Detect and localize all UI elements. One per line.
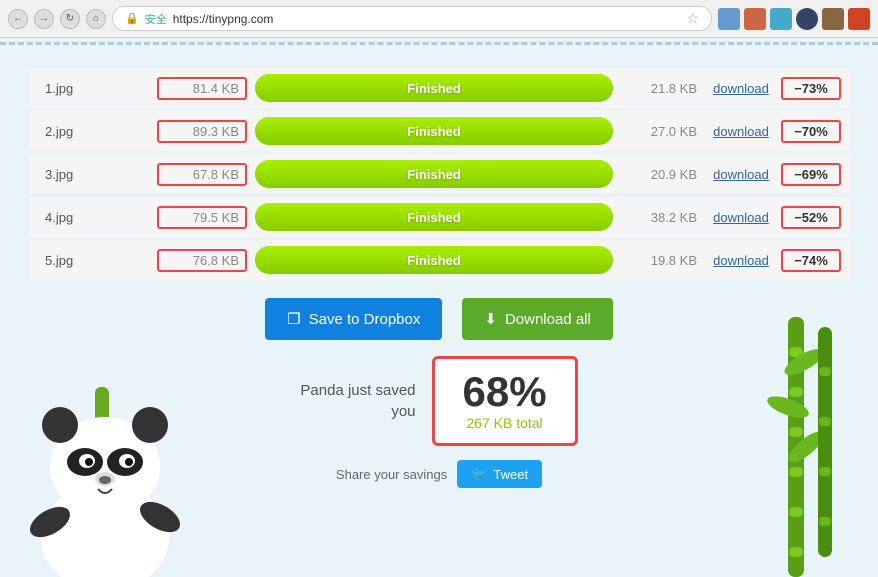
file-name: 3.jpg — [37, 167, 157, 182]
ext-icon-1[interactable] — [718, 8, 740, 30]
file-orig-size: 76.8 KB — [157, 249, 247, 272]
secure-label: 安全 — [145, 11, 167, 27]
table-row: 2.jpg 89.3 KB Finished 27.0 KB download … — [29, 111, 849, 151]
panda-saved-line1: Panda just saved — [300, 382, 415, 399]
page-content: 1.jpg 81.4 KB Finished 21.8 KB download … — [0, 38, 878, 577]
file-orig-size: 81.4 KB — [157, 77, 247, 100]
lock-icon: 🔒 — [125, 12, 139, 25]
download-link[interactable]: download — [701, 253, 781, 268]
ext-icon-4[interactable] — [796, 8, 818, 30]
download-all-label: Download all — [505, 311, 591, 328]
progress-label: Finished — [407, 253, 460, 268]
tweet-label: Tweet — [493, 467, 528, 482]
table-row: 5.jpg 76.8 KB Finished 19.8 KB download … — [29, 240, 849, 280]
home-button[interactable]: ⌂ — [86, 9, 106, 29]
file-name: 4.jpg — [37, 210, 157, 225]
back-button[interactable]: ← — [8, 9, 28, 29]
files-table: 1.jpg 81.4 KB Finished 21.8 KB download … — [29, 68, 849, 280]
progress-label: Finished — [407, 210, 460, 225]
table-row: 3.jpg 67.8 KB Finished 20.9 KB download … — [29, 154, 849, 194]
url-text: https://tinypng.com — [173, 12, 274, 26]
file-name: 1.jpg — [37, 81, 157, 96]
dropbox-icon: ❐ — [287, 310, 300, 328]
savings-percentage: −52% — [781, 206, 841, 229]
download-link[interactable]: download — [701, 124, 781, 139]
browser-chrome: ← → ↻ ⌂ 🔒 安全 https://tinypng.com ☆ — [0, 0, 878, 38]
tweet-icon: 🐦 — [471, 466, 487, 482]
file-new-size: 20.9 KB — [621, 167, 701, 182]
progress-bar: Finished — [255, 246, 613, 274]
file-name: 5.jpg — [37, 253, 157, 268]
table-row: 4.jpg 79.5 KB Finished 38.2 KB download … — [29, 197, 849, 237]
file-new-size: 27.0 KB — [621, 124, 701, 139]
savings-percentage: −74% — [781, 249, 841, 272]
progress-bar: Finished — [255, 203, 613, 231]
forward-button[interactable]: → — [34, 9, 54, 29]
download-all-icon: ⬇ — [484, 310, 497, 328]
bamboo-decoration — [738, 317, 878, 577]
progress-label: Finished — [407, 81, 460, 96]
file-orig-size: 89.3 KB — [157, 120, 247, 143]
address-bar[interactable]: 🔒 安全 https://tinypng.com ☆ — [112, 6, 712, 31]
refresh-button[interactable]: ↻ — [60, 9, 80, 29]
progress-bar: Finished — [255, 160, 613, 188]
table-row: 1.jpg 81.4 KB Finished 21.8 KB download … — [29, 68, 849, 108]
file-new-size: 19.8 KB — [621, 253, 701, 268]
share-label: Share your savings — [336, 467, 447, 482]
file-orig-size: 79.5 KB — [157, 206, 247, 229]
download-link[interactable]: download — [701, 167, 781, 182]
progress-bar: Finished — [255, 117, 613, 145]
summary-text: Panda just saved you — [300, 380, 415, 422]
ext-icon-3[interactable] — [770, 8, 792, 30]
progress-label: Finished — [407, 167, 460, 182]
panda-image — [0, 367, 220, 577]
file-new-size: 21.8 KB — [621, 81, 701, 96]
ext-icon-6[interactable] — [848, 8, 870, 30]
file-orig-size: 67.8 KB — [157, 163, 247, 186]
download-all-button[interactable]: ⬇ Download all — [462, 298, 612, 340]
panda-saved-line2: you — [391, 403, 415, 420]
file-name: 2.jpg — [37, 124, 157, 139]
save-to-dropbox-button[interactable]: ❐ Save to Dropbox — [265, 298, 442, 340]
savings-percentage: −73% — [781, 77, 841, 100]
tweet-button[interactable]: 🐦 Tweet — [457, 460, 542, 488]
file-new-size: 38.2 KB — [621, 210, 701, 225]
download-link[interactable]: download — [701, 81, 781, 96]
summary-kb-total: 267 KB total — [463, 415, 547, 431]
toolbar-icons — [718, 8, 870, 30]
star-icon[interactable]: ☆ — [686, 10, 699, 27]
savings-percentage: −70% — [781, 120, 841, 143]
summary-box: 68% 267 KB total — [432, 356, 578, 446]
progress-bar: Finished — [255, 74, 613, 102]
ext-icon-5[interactable] — [822, 8, 844, 30]
savings-percentage: −69% — [781, 163, 841, 186]
summary-percentage: 68% — [463, 371, 547, 413]
top-decoration — [0, 42, 878, 54]
save-dropbox-label: Save to Dropbox — [309, 311, 421, 328]
download-link[interactable]: download — [701, 210, 781, 225]
progress-label: Finished — [407, 124, 460, 139]
ext-icon-2[interactable] — [744, 8, 766, 30]
